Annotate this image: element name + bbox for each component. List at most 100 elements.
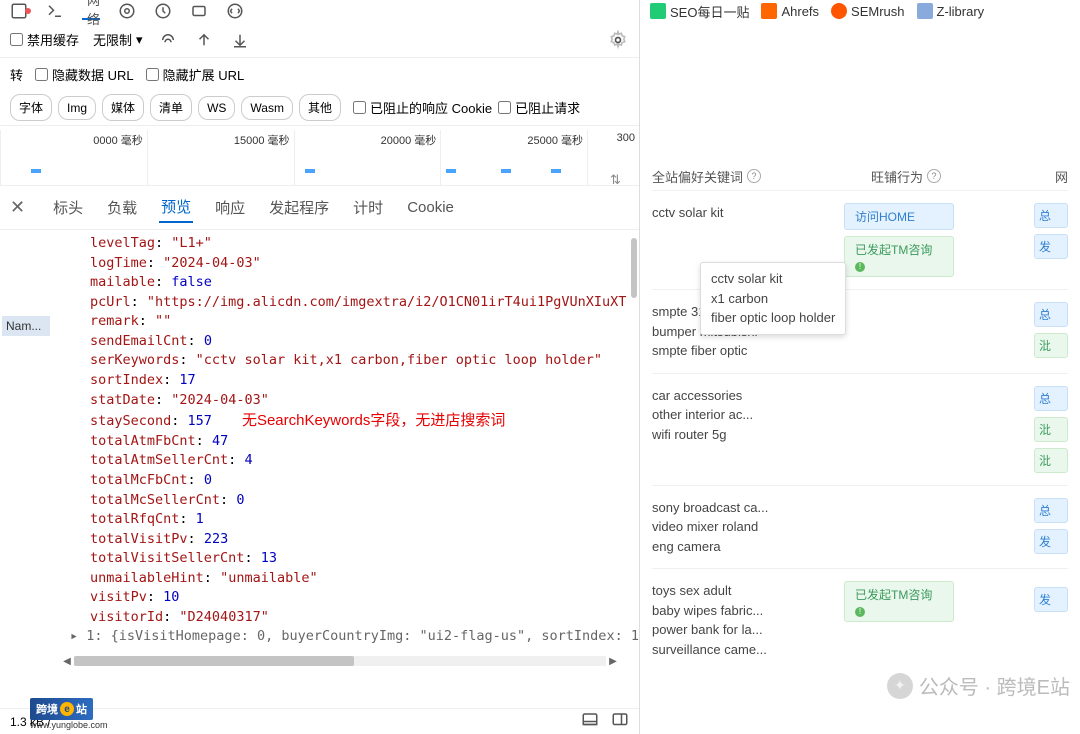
bookmark-bar: SEO每日一贴 Ahrefs SEMrush Z-library: [640, 0, 1080, 22]
right-panel: SEO每日一贴 Ahrefs SEMrush Z-library ⇅ 全站偏好关…: [640, 0, 1080, 734]
hide-ext-url-label: 隐藏扩展 URL: [163, 65, 245, 84]
hide-ext-url-checkbox[interactable]: 隐藏扩展 URL: [146, 65, 245, 84]
network-tab[interactable]: 网络: [82, 2, 100, 20]
bookmark-seo[interactable]: SEO每日一贴: [650, 2, 749, 21]
timeline-mark-3: 25000 毫秒: [527, 132, 583, 148]
timeline-mark-0: 0000 毫秒: [93, 132, 143, 148]
status-total: 总: [1034, 498, 1068, 523]
blocked-req-input[interactable]: [498, 101, 511, 114]
tab-preview[interactable]: 预览: [159, 192, 193, 223]
disable-cache-checkbox[interactable]: 禁用缓存: [10, 30, 79, 49]
tab-payload[interactable]: 负载: [105, 193, 139, 222]
scrollbar-horizontal[interactable]: ◀ ▶: [60, 654, 620, 668]
kw-cell: toys sex adult baby wipes fabric... powe…: [652, 581, 832, 659]
filter-chip-wasm[interactable]: Wasm: [241, 96, 293, 120]
timeline-mark-2: 20000 毫秒: [381, 132, 437, 148]
status-fa: 发: [1034, 529, 1068, 554]
close-icon[interactable]: ✕: [10, 197, 25, 218]
data-row: sony broadcast ca... video mixer roland …: [652, 485, 1068, 569]
filter-bar: 字体 Img 媒体 清单 WS Wasm 其他 已阻止的响应 Cookie 已阻…: [0, 90, 639, 126]
application-icon[interactable]: [226, 2, 244, 20]
timeline-mark-1: 15000 毫秒: [234, 132, 290, 148]
col-behavior[interactable]: 旺铺行为?: [871, 167, 941, 186]
bookmark-zlibrary[interactable]: Z-library: [917, 3, 985, 19]
status-zi: 沘: [1034, 333, 1068, 358]
gear-icon[interactable]: [607, 29, 629, 51]
detail-pane: ✕ 标头 负载 预览 响应 发起程序 计时 Cookie levelTag: "…: [0, 186, 639, 708]
hide-data-url-input[interactable]: [35, 68, 48, 81]
elements-icon[interactable]: [10, 2, 28, 20]
blocked-cookie-checkbox[interactable]: 已阻止的响应 Cookie: [353, 98, 492, 117]
detail-tabs: ✕ 标头 负载 预览 响应 发起程序 计时 Cookie: [0, 186, 639, 230]
wechat-icon: ✦: [887, 673, 913, 699]
status-total: 总: [1034, 203, 1068, 228]
hide-data-url-label: 隐藏数据 URL: [52, 65, 134, 84]
status-zi: 沘: [1034, 448, 1068, 473]
footer-logo: 跨境e站 www.yunglobe.com: [30, 698, 108, 730]
tab-headers[interactable]: 标头: [51, 193, 85, 222]
help-icon[interactable]: ?: [927, 169, 941, 183]
status-total: 总: [1034, 386, 1068, 411]
blocked-req-label: 已阻止请求: [515, 98, 580, 117]
kw-cell: car accessories other interior ac... wif…: [652, 386, 832, 473]
console-icon[interactable]: [46, 2, 64, 20]
upload-icon[interactable]: [193, 29, 215, 51]
devtools-panel: 网络 禁用缓存 无限制 ▾: [0, 0, 640, 734]
throttle-dropdown[interactable]: 无限制 ▾: [93, 30, 143, 49]
performance-icon[interactable]: [154, 2, 172, 20]
bookmark-semrush[interactable]: SEMrush: [831, 3, 904, 19]
col-keywords[interactable]: 全站偏好关键词?: [652, 167, 761, 186]
memory-icon[interactable]: [190, 2, 208, 20]
dock-icon[interactable]: [611, 711, 629, 732]
filter-chip-font[interactable]: 字体: [10, 94, 52, 121]
devtools-top-toolbar: 网络: [0, 0, 639, 22]
json-trailing: 1: {isVisitHomepage: 0, buyerCountryImg:…: [86, 628, 639, 644]
scrollbar-vertical[interactable]: [631, 238, 637, 298]
download-icon[interactable]: [229, 29, 251, 51]
status-fa: 发: [1034, 587, 1068, 612]
tab-initiator[interactable]: 发起程序: [267, 193, 331, 222]
chevron-down-icon: ▾: [136, 32, 143, 48]
watermark: ✦ 公众号 · 跨境E站: [887, 671, 1070, 700]
annotation-text: 无SearchKeywords字段，无进店搜索词: [242, 412, 505, 429]
scroll-right-arrow[interactable]: ▶: [606, 654, 620, 668]
blocked-cookie-label: 已阻止的响应 Cookie: [370, 98, 492, 117]
status-zi: 沘: [1034, 417, 1068, 442]
tab-cookie[interactable]: Cookie: [405, 195, 456, 220]
filter-chip-img[interactable]: Img: [58, 96, 96, 120]
filter-row-1: 转 隐藏数据 URL 隐藏扩展 URL: [0, 58, 639, 90]
disable-cache-input[interactable]: [10, 33, 23, 46]
scroll-left-arrow[interactable]: ◀: [60, 654, 74, 668]
blocked-cookie-input[interactable]: [353, 101, 366, 114]
timeline[interactable]: 0000 毫秒 15000 毫秒 20000 毫秒 25000 毫秒 300: [0, 126, 639, 186]
col-net[interactable]: 网: [1055, 167, 1068, 186]
data-header: 全站偏好关键词? 旺铺行为? 网: [640, 162, 1080, 190]
json-preview[interactable]: levelTag: "L1+" logTime: "2024-04-03" ma…: [0, 230, 639, 708]
network-toolbar: 禁用缓存 无限制 ▾: [0, 22, 639, 58]
zhuan-label: 转: [10, 65, 23, 84]
request-name-cell[interactable]: Nam...: [2, 316, 50, 336]
filter-chip-other[interactable]: 其他: [299, 94, 341, 121]
badge-tm[interactable]: 已发起TM咨询!: [844, 581, 954, 622]
data-row: toys sex adult baby wipes fabric... powe…: [652, 568, 1068, 671]
sources-icon[interactable]: [118, 2, 136, 20]
badge-tm[interactable]: 已发起TM咨询!: [844, 236, 954, 277]
tab-timing[interactable]: 计时: [351, 193, 385, 222]
bookmark-ahrefs[interactable]: Ahrefs: [761, 3, 819, 19]
hide-data-url-checkbox[interactable]: 隐藏数据 URL: [35, 65, 134, 84]
badge-home[interactable]: 访问HOME: [844, 203, 954, 230]
filter-chip-ws[interactable]: WS: [198, 96, 235, 120]
filter-chip-manifest[interactable]: 清单: [150, 94, 192, 121]
console-drawer-icon[interactable]: [581, 711, 599, 732]
wifi-icon[interactable]: [157, 29, 179, 51]
status-total: 总: [1034, 302, 1068, 327]
keyword-tooltip: cctv solar kit x1 carbon fiber optic loo…: [700, 262, 846, 335]
blocked-req-checkbox[interactable]: 已阻止请求: [498, 98, 580, 117]
timeline-mark-4: 300: [617, 132, 635, 144]
sort-icon[interactable]: ⇅: [610, 172, 621, 188]
help-icon[interactable]: ?: [747, 169, 761, 183]
tab-response[interactable]: 响应: [213, 193, 247, 222]
hide-ext-url-input[interactable]: [146, 68, 159, 81]
filter-chip-media[interactable]: 媒体: [102, 94, 144, 121]
throttle-label: 无限制: [93, 30, 132, 49]
